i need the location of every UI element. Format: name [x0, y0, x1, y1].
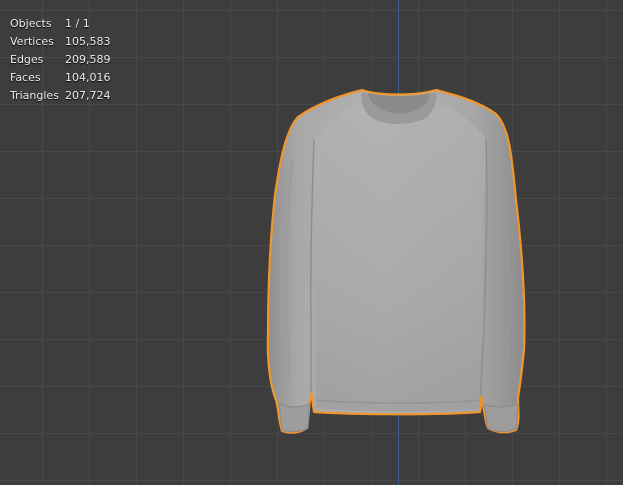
shirt-torso	[314, 100, 486, 412]
left-cuff	[278, 403, 310, 433]
selected-shirt-mesh[interactable]	[0, 0, 623, 485]
3d-viewport[interactable]: Objects 1 / 1 Vertices 105,583 Edges 209…	[0, 0, 623, 485]
right-cuff	[483, 403, 519, 432]
